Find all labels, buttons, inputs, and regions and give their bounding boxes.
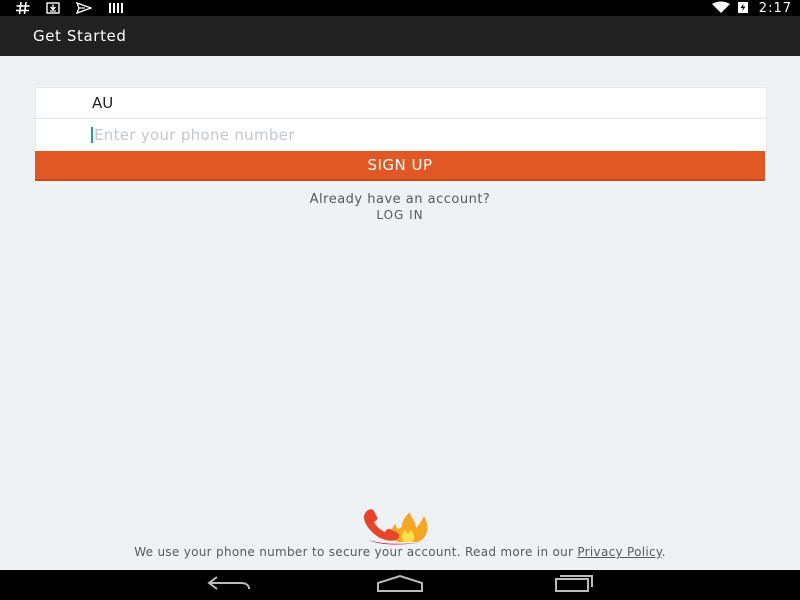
login-block: Already have an account? LOG IN	[0, 192, 800, 222]
text-cursor	[91, 127, 93, 143]
footer-notice-text: We use your phone number to secure your …	[134, 545, 578, 559]
status-time: 2:17	[758, 0, 792, 16]
recents-icon	[547, 573, 597, 597]
hash-icon	[16, 0, 30, 18]
download-icon	[46, 0, 60, 18]
phone-flame-logo-icon	[358, 502, 442, 546]
status-right-icons: 2:17	[711, 0, 792, 16]
app-bar: Get Started	[0, 16, 800, 56]
status-bar: 2:17	[0, 0, 800, 16]
signal-bars-icon	[108, 0, 124, 18]
log-in-link[interactable]: LOG IN	[0, 208, 800, 222]
recents-button[interactable]	[542, 570, 602, 600]
back-button[interactable]	[199, 570, 259, 600]
country-code-value[interactable]: AU	[92, 88, 113, 118]
signup-form: AU	[35, 87, 767, 152]
country-selector[interactable]: AU	[36, 88, 766, 119]
privacy-policy-link[interactable]: Privacy Policy	[577, 545, 661, 559]
page-title: Get Started	[33, 27, 127, 45]
home-icon	[375, 573, 425, 597]
send-icon	[75, 0, 94, 18]
battery-charging-icon	[737, 1, 749, 16]
wifi-icon	[711, 1, 731, 16]
sign-up-button[interactable]: SIGN UP	[35, 151, 765, 181]
back-icon	[205, 573, 253, 597]
navigation-bar	[0, 570, 800, 600]
home-button[interactable]	[370, 570, 430, 600]
footer-notice-end: .	[661, 545, 666, 559]
already-have-account-text: Already have an account?	[309, 192, 491, 207]
phone-number-input[interactable]	[90, 119, 754, 151]
status-left-icons	[16, 0, 124, 16]
phone-row	[36, 119, 766, 151]
footer-notice: We use your phone number to secure your …	[0, 545, 800, 559]
